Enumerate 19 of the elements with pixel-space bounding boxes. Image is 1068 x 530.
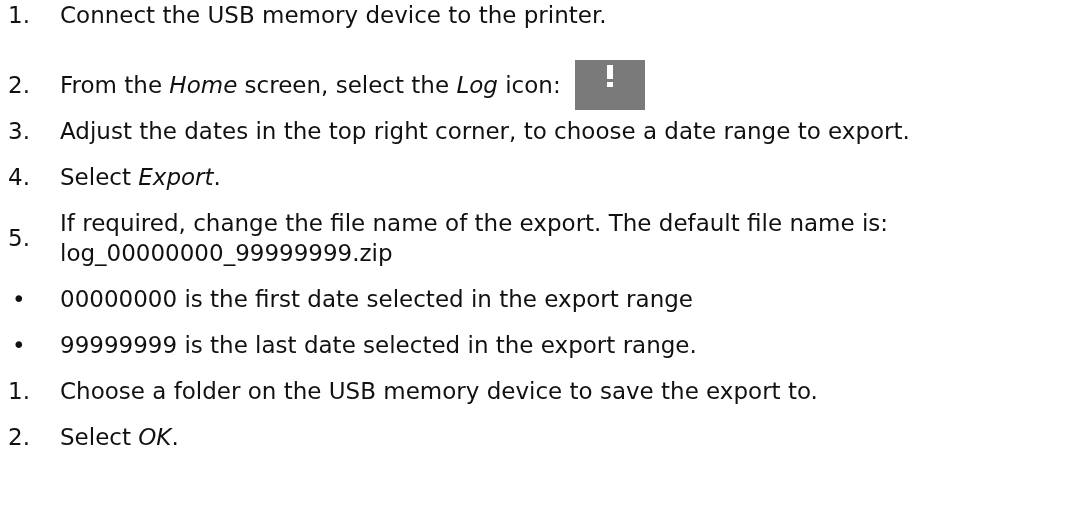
step-number: 3. bbox=[8, 117, 31, 146]
step-text: If required, change the file name of the export. The default file name is: log_00000000_99999999.zip bbox=[60, 209, 890, 268]
step-number: 5. bbox=[8, 224, 31, 253]
log-icon bbox=[574, 60, 645, 110]
step-text: Select OK. bbox=[60, 423, 180, 452]
step-text: 00000000 is the first date selected in the export range bbox=[60, 285, 694, 314]
bullet-marker: • bbox=[11, 331, 27, 360]
bullet-marker: • bbox=[11, 285, 27, 314]
step-number: 1. bbox=[8, 1, 31, 30]
step-number: 2. bbox=[8, 71, 31, 100]
step-text: Adjust the dates in the top right corner, to choose a date range to export. bbox=[60, 117, 911, 146]
step-text: Choose a folder on the USB memory device to save the export to. bbox=[60, 377, 819, 406]
step-text: From the Home screen, select the Log icon: bbox=[60, 71, 561, 100]
step-number: 2. bbox=[8, 423, 31, 452]
step-text: Connect the USB memory device to the printer. bbox=[60, 1, 608, 30]
step-text: Select Export. bbox=[60, 163, 222, 192]
step-text: 99999999 is the last date selected in the export range. bbox=[60, 331, 698, 360]
step-number: 1. bbox=[8, 377, 31, 406]
step-number: 4. bbox=[8, 163, 31, 192]
